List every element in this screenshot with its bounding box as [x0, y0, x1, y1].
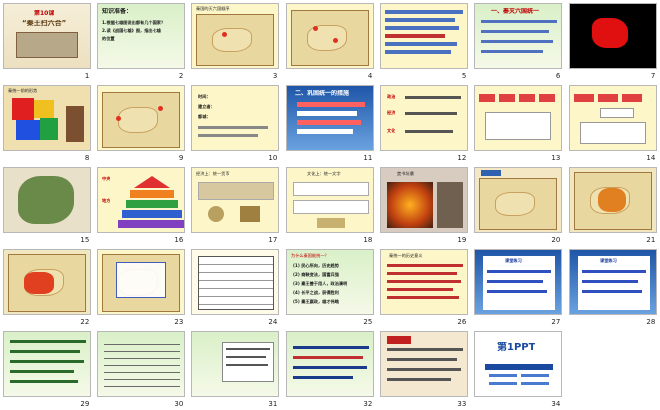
slide-sorter-grid: 第10课 “秦王扫六合” 1 知识准备： 1.根据七雄图说出都有几个国家？ 2.… — [0, 0, 660, 410]
slide-thumbnail-31[interactable]: 31 — [188, 328, 282, 410]
slide-thumbnail-17[interactable]: 经济上：统一货币 17 — [188, 164, 282, 246]
slide-thumbnail-6[interactable]: 一、秦灭六国统一 6 — [471, 0, 565, 82]
slide-thumbnail-20[interactable]: 20 — [471, 164, 565, 246]
slide-thumbnail-3[interactable]: 秦国的灭六国顺序 3 — [188, 0, 282, 82]
slide-thumbnail-34[interactable]: 第1PPT 34 — [471, 328, 565, 410]
slide-thumbnail-21[interactable]: 21 — [566, 164, 660, 246]
slide-thumbnail-28[interactable]: 课堂练习 28 — [566, 246, 660, 328]
slide-thumbnail-29[interactable]: 29 — [0, 328, 94, 410]
slide-thumbnail-15[interactable]: 15 — [0, 164, 94, 246]
slide-thumbnail-32[interactable]: 32 — [283, 328, 377, 410]
slide-thumbnail-12[interactable]: 政治 经济 文化 12 — [377, 82, 471, 164]
slide-thumbnail-4[interactable]: 4 — [283, 0, 377, 82]
slide-thumbnail-18[interactable]: 文化上：统一文字 18 — [283, 164, 377, 246]
slide-thumbnail-10[interactable]: 时间： 建立者： 都城： 10 — [188, 82, 282, 164]
slide-thumbnail-16[interactable]: 中央 地方 16 — [94, 164, 188, 246]
slide-thumbnail-26[interactable]: 秦统一的历史意义 26 — [377, 246, 471, 328]
slide-thumbnail-1[interactable]: 第10课 “秦王扫六合” 1 — [0, 0, 94, 82]
slide-thumbnail-7[interactable]: 7 — [566, 0, 660, 82]
slide-thumbnail-11[interactable]: 二、巩固统一的措施 11 — [283, 82, 377, 164]
slide-thumbnail-23[interactable]: 23 — [94, 246, 188, 328]
slide-thumbnail-5[interactable]: 5 — [377, 0, 471, 82]
slide-thumbnail-14[interactable]: 14 — [566, 82, 660, 164]
slide-thumbnail-8[interactable]: 秦统一前的形势 8 — [0, 82, 94, 164]
slide-thumbnail-24[interactable]: 24 — [188, 246, 282, 328]
slide-thumbnail-9[interactable]: 9 — [94, 82, 188, 164]
slide-thumbnail-19[interactable]: 焚书坑儒 19 — [377, 164, 471, 246]
slide-thumbnail-25[interactable]: 为什么秦国能统一？ (1) 民心所向，历史趋势 (2) 商鞅变法，国富兵强 (3… — [283, 246, 377, 328]
slide-thumbnail-30[interactable]: 30 — [94, 328, 188, 410]
slide-thumbnail-33[interactable]: 33 — [377, 328, 471, 410]
slide-thumbnail-2[interactable]: 知识准备： 1.根据七雄图说出都有几个国家？ 2.读《战国七雄》图，指出七雄 的… — [94, 0, 188, 82]
slide-thumbnail-27[interactable]: 课堂练习 27 — [471, 246, 565, 328]
slide-thumbnail-22[interactable]: 22 — [0, 246, 94, 328]
slide-thumbnail-13[interactable]: 13 — [471, 82, 565, 164]
